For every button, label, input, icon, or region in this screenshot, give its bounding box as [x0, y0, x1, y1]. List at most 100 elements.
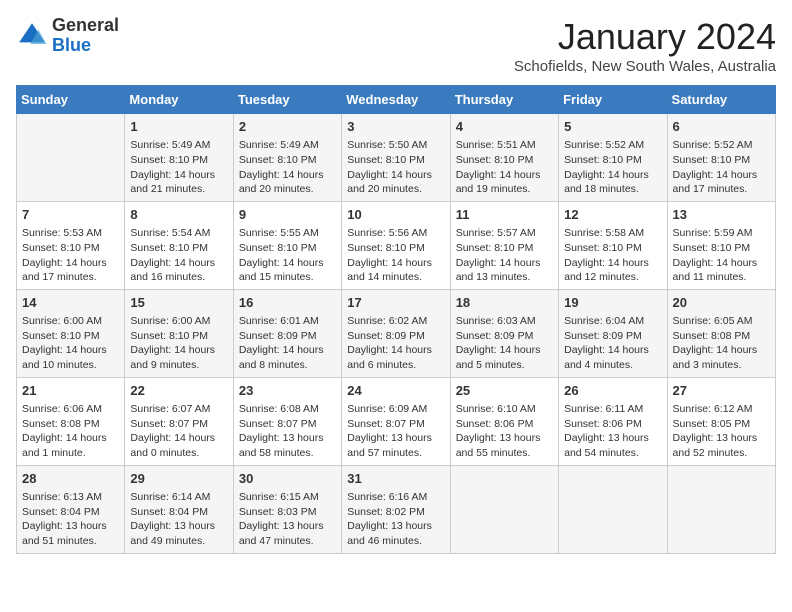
- calendar-cell: 21Sunrise: 6:06 AM Sunset: 8:08 PM Dayli…: [17, 377, 125, 465]
- weekday-row: SundayMondayTuesdayWednesdayThursdayFrid…: [17, 86, 776, 114]
- day-info: Sunrise: 6:03 AM Sunset: 8:09 PM Dayligh…: [456, 314, 553, 373]
- calendar-cell: 3 Sunrise: 5:50 AM Sunset: 8:10 PM Daylig…: [342, 114, 450, 202]
- day-number: 19: [564, 294, 661, 312]
- logo: General Blue: [16, 16, 119, 56]
- calendar-subtitle: Schofields, New South Wales, Australia: [514, 58, 776, 75]
- day-number: 26: [564, 382, 661, 400]
- calendar-cell: 26 Sunrise: 6:11 AM Sunset: 8:06 PM Dayli…: [559, 377, 667, 465]
- day-number: 31: [347, 470, 444, 488]
- day-number: 25: [456, 382, 553, 400]
- day-info: Sunrise: 5:50 AM Sunset: 8:10 PM Dayligh…: [347, 138, 444, 197]
- calendar-cell: 7Sunrise: 5:53 AM Sunset: 8:10 PM Daylig…: [17, 201, 125, 289]
- day-info: Sunrise: 5:56 AM Sunset: 8:10 PM Dayligh…: [347, 226, 444, 285]
- weekday-header-sunday: Sunday: [17, 86, 125, 114]
- logo-icon: [16, 20, 48, 52]
- calendar-cell: 20 Sunrise: 6:05 AM Sunset: 8:08 PM Dayli…: [667, 289, 775, 377]
- day-info: Sunrise: 6:05 AM Sunset: 8:08 PM Dayligh…: [673, 314, 770, 373]
- day-number: 28: [22, 470, 119, 488]
- day-number: 14: [22, 294, 119, 312]
- calendar-cell: 28Sunrise: 6:13 AM Sunset: 8:04 PM Dayli…: [17, 465, 125, 553]
- calendar-cell: 25 Sunrise: 6:10 AM Sunset: 8:06 PM Dayli…: [450, 377, 558, 465]
- day-info: Sunrise: 5:54 AM Sunset: 8:10 PM Dayligh…: [130, 226, 227, 285]
- calendar-cell: [667, 465, 775, 553]
- calendar-header: SundayMondayTuesdayWednesdayThursdayFrid…: [17, 86, 776, 114]
- day-info: Sunrise: 5:52 AM Sunset: 8:10 PM Dayligh…: [564, 138, 661, 197]
- weekday-header-saturday: Saturday: [667, 86, 775, 114]
- calendar-cell: 17 Sunrise: 6:02 AM Sunset: 8:09 PM Dayli…: [342, 289, 450, 377]
- calendar-week-4: 21Sunrise: 6:06 AM Sunset: 8:08 PM Dayli…: [17, 377, 776, 465]
- day-number: 20: [673, 294, 770, 312]
- weekday-header-tuesday: Tuesday: [233, 86, 341, 114]
- day-info: Sunrise: 5:58 AM Sunset: 8:10 PM Dayligh…: [564, 226, 661, 285]
- day-number: 29: [130, 470, 227, 488]
- day-info: Sunrise: 6:16 AM Sunset: 8:02 PM Dayligh…: [347, 490, 444, 549]
- weekday-header-wednesday: Wednesday: [342, 86, 450, 114]
- calendar-week-3: 14 Sunrise: 6:00 AM Sunset: 8:10 PM Dayli…: [17, 289, 776, 377]
- day-info: Sunrise: 6:10 AM Sunset: 8:06 PM Dayligh…: [456, 402, 553, 461]
- day-number: 7: [22, 206, 119, 224]
- calendar-table: SundayMondayTuesdayWednesdayThursdayFrid…: [16, 85, 776, 554]
- calendar-cell: 9Sunrise: 5:55 AM Sunset: 8:10 PM Daylig…: [233, 201, 341, 289]
- day-info: Sunrise: 6:08 AM Sunset: 8:07 PM Dayligh…: [239, 402, 336, 461]
- day-info: Sunrise: 6:04 AM Sunset: 8:09 PM Dayligh…: [564, 314, 661, 373]
- calendar-cell: 27 Sunrise: 6:12 AM Sunset: 8:05 PM Dayli…: [667, 377, 775, 465]
- calendar-week-2: 7Sunrise: 5:53 AM Sunset: 8:10 PM Daylig…: [17, 201, 776, 289]
- calendar-cell: 22 Sunrise: 6:07 AM Sunset: 8:07 PM Dayli…: [125, 377, 233, 465]
- day-number: 18: [456, 294, 553, 312]
- calendar-week-5: 28Sunrise: 6:13 AM Sunset: 8:04 PM Dayli…: [17, 465, 776, 553]
- day-number: 23: [239, 382, 336, 400]
- day-number: 13: [673, 206, 770, 224]
- calendar-cell: 19 Sunrise: 6:04 AM Sunset: 8:09 PM Dayli…: [559, 289, 667, 377]
- day-number: 3: [347, 118, 444, 136]
- day-number: 8: [130, 206, 227, 224]
- calendar-cell: 2Sunrise: 5:49 AM Sunset: 8:10 PM Daylig…: [233, 114, 341, 202]
- day-info: Sunrise: 6:09 AM Sunset: 8:07 PM Dayligh…: [347, 402, 444, 461]
- day-info: Sunrise: 6:15 AM Sunset: 8:03 PM Dayligh…: [239, 490, 336, 549]
- calendar-cell: 14Sunrise: 6:00 AM Sunset: 8:10 PM Dayli…: [17, 289, 125, 377]
- calendar-cell: 30Sunrise: 6:15 AM Sunset: 8:03 PM Dayli…: [233, 465, 341, 553]
- day-number: 16: [239, 294, 336, 312]
- calendar-body: 1 Sunrise: 5:49 AM Sunset: 8:10 PM Daylig…: [17, 114, 776, 554]
- day-number: 15: [130, 294, 227, 312]
- day-number: 2: [239, 118, 336, 136]
- day-number: 4: [456, 118, 553, 136]
- day-info: Sunrise: 6:00 AM Sunset: 8:10 PM Dayligh…: [130, 314, 227, 373]
- day-info: Sunrise: 6:14 AM Sunset: 8:04 PM Dayligh…: [130, 490, 227, 549]
- calendar-cell: [559, 465, 667, 553]
- day-info: Sunrise: 5:51 AM Sunset: 8:10 PM Dayligh…: [456, 138, 553, 197]
- day-number: 22: [130, 382, 227, 400]
- day-number: 17: [347, 294, 444, 312]
- day-info: Sunrise: 6:11 AM Sunset: 8:06 PM Dayligh…: [564, 402, 661, 461]
- day-number: 24: [347, 382, 444, 400]
- calendar-week-1: 1 Sunrise: 5:49 AM Sunset: 8:10 PM Daylig…: [17, 114, 776, 202]
- calendar-cell: 1 Sunrise: 5:49 AM Sunset: 8:10 PM Daylig…: [125, 114, 233, 202]
- calendar-cell: 24 Sunrise: 6:09 AM Sunset: 8:07 PM Dayli…: [342, 377, 450, 465]
- weekday-header-friday: Friday: [559, 86, 667, 114]
- day-number: 27: [673, 382, 770, 400]
- calendar-cell: 15 Sunrise: 6:00 AM Sunset: 8:10 PM Dayli…: [125, 289, 233, 377]
- logo-text: General Blue: [52, 16, 119, 56]
- day-info: Sunrise: 5:49 AM Sunset: 8:10 PM Dayligh…: [130, 138, 227, 197]
- day-number: 1: [130, 118, 227, 136]
- day-info: Sunrise: 5:52 AM Sunset: 8:10 PM Dayligh…: [673, 138, 770, 197]
- page-header: General Blue January 2024 Schofields, Ne…: [16, 16, 776, 75]
- calendar-cell: 29 Sunrise: 6:14 AM Sunset: 8:04 PM Dayli…: [125, 465, 233, 553]
- calendar-cell: 8 Sunrise: 5:54 AM Sunset: 8:10 PM Daylig…: [125, 201, 233, 289]
- calendar-cell: 6Sunrise: 5:52 AM Sunset: 8:10 PM Daylig…: [667, 114, 775, 202]
- weekday-header-monday: Monday: [125, 86, 233, 114]
- calendar-cell: 23 Sunrise: 6:08 AM Sunset: 8:07 PM Dayli…: [233, 377, 341, 465]
- title-block: January 2024 Schofields, New South Wales…: [514, 16, 776, 75]
- calendar-cell: 5Sunrise: 5:52 AM Sunset: 8:10 PM Daylig…: [559, 114, 667, 202]
- day-info: Sunrise: 6:01 AM Sunset: 8:09 PM Dayligh…: [239, 314, 336, 373]
- day-info: Sunrise: 6:07 AM Sunset: 8:07 PM Dayligh…: [130, 402, 227, 461]
- calendar-cell: 18 Sunrise: 6:03 AM Sunset: 8:09 PM Dayli…: [450, 289, 558, 377]
- calendar-cell: 10Sunrise: 5:56 AM Sunset: 8:10 PM Dayli…: [342, 201, 450, 289]
- day-info: Sunrise: 5:59 AM Sunset: 8:10 PM Dayligh…: [673, 226, 770, 285]
- calendar-cell: 12Sunrise: 5:58 AM Sunset: 8:10 PM Dayli…: [559, 201, 667, 289]
- logo-general: General: [52, 15, 119, 35]
- calendar-cell: 11Sunrise: 5:57 AM Sunset: 8:10 PM Dayli…: [450, 201, 558, 289]
- day-info: Sunrise: 6:12 AM Sunset: 8:05 PM Dayligh…: [673, 402, 770, 461]
- day-info: Sunrise: 6:02 AM Sunset: 8:09 PM Dayligh…: [347, 314, 444, 373]
- calendar-cell: 16 Sunrise: 6:01 AM Sunset: 8:09 PM Dayli…: [233, 289, 341, 377]
- calendar-cell: 4 Sunrise: 5:51 AM Sunset: 8:10 PM Daylig…: [450, 114, 558, 202]
